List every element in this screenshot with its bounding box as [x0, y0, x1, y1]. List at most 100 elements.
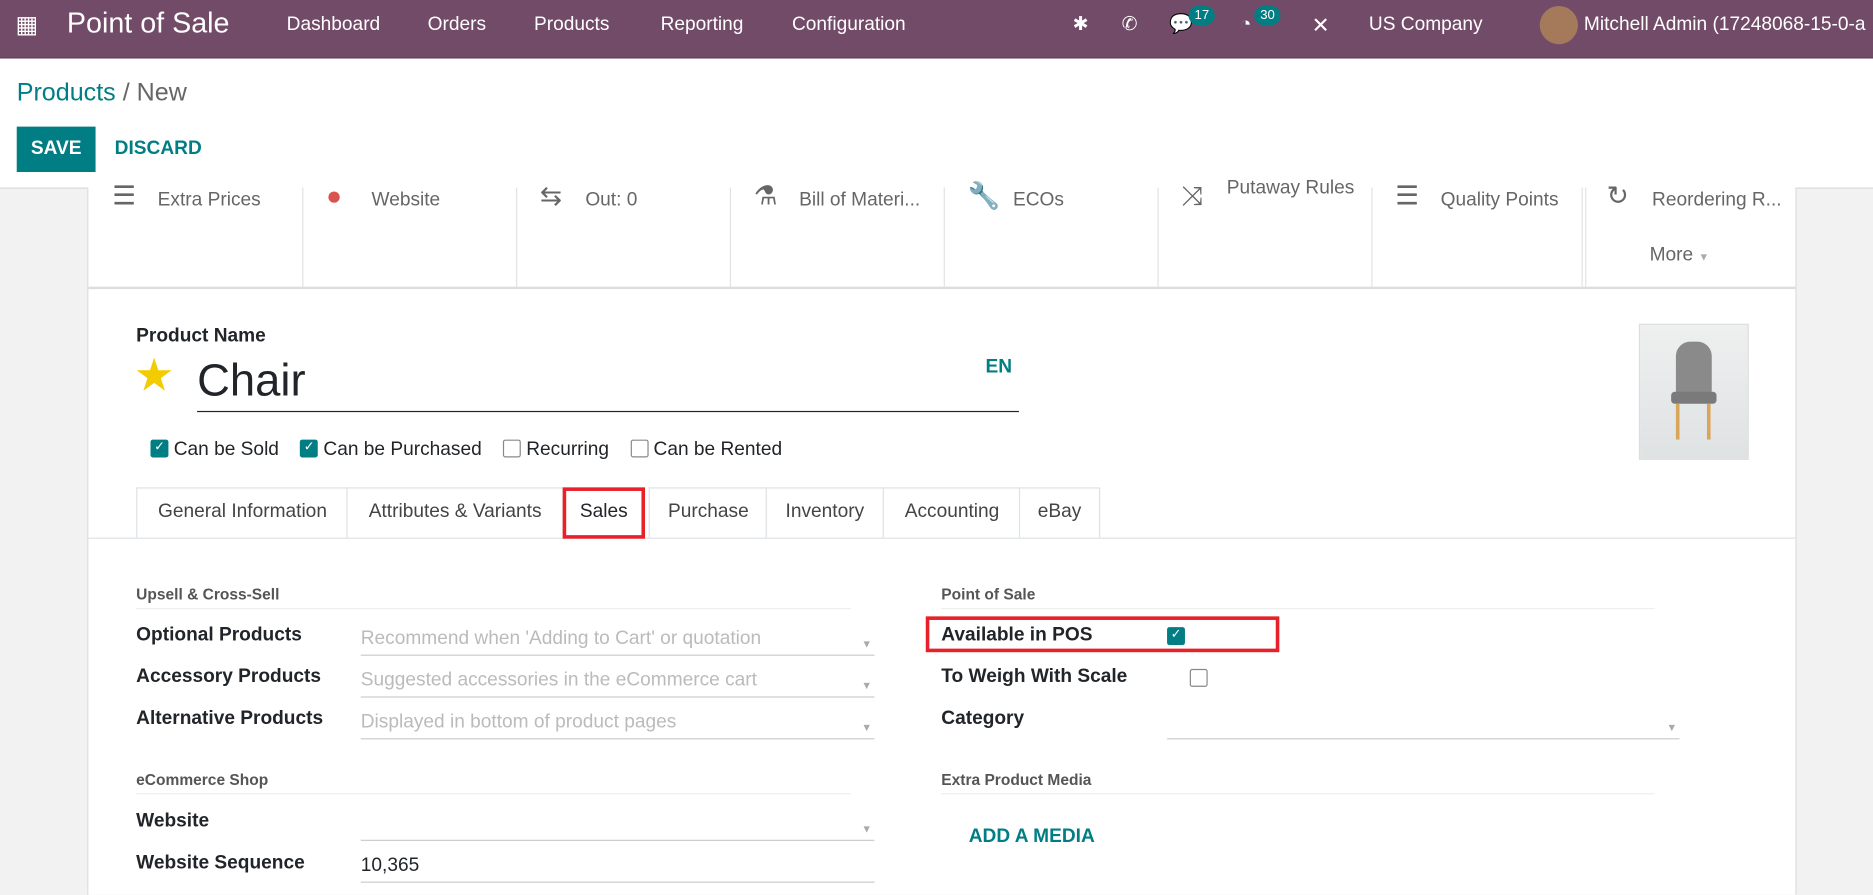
caret-down-icon: ▼: [1666, 721, 1678, 734]
breadcrumb-current: / New: [122, 78, 187, 107]
list-icon: ☰: [1395, 180, 1419, 211]
breadcrumb: Products / New: [17, 79, 187, 108]
more-button[interactable]: More ▼: [1650, 245, 1710, 267]
smart-button-ecos[interactable]: 🔧 ECOs: [944, 180, 1159, 287]
phone-icon[interactable]: ✆: [1122, 0, 1138, 50]
flask-icon: ⚗: [753, 180, 778, 211]
available-in-pos-label: Available in POS: [941, 624, 1093, 646]
app-title[interactable]: Point of Sale: [67, 0, 230, 48]
smart-button-quality[interactable]: ☰ Quality Points: [1371, 180, 1587, 287]
refresh-icon: ↻: [1606, 180, 1629, 211]
control-panel: Products / New SAVE DISCARD: [0, 58, 1873, 189]
option-can-be-sold[interactable]: Can be Sold: [150, 438, 279, 460]
chair-leg: [1675, 403, 1680, 440]
notebook-tabs: General Information Attributes & Variant…: [88, 487, 1796, 539]
menu-configuration[interactable]: Configuration: [792, 0, 906, 50]
random-icon: ⤨: [1181, 180, 1203, 211]
user-menu[interactable]: Mitchell Admin (17248068-15-0-a: [1584, 0, 1866, 50]
globe-icon: ●: [326, 180, 342, 211]
chair-image: [1675, 341, 1712, 397]
favorite-star-icon[interactable]: ★: [134, 352, 175, 400]
alternative-products-label: Alternative Products: [136, 708, 324, 729]
chat-icon[interactable]: 💬: [1169, 0, 1193, 50]
section-pos-title: Point of Sale: [941, 585, 1036, 604]
form-sheet: ☰ Extra Prices ● Website ⇆ Out: 0 ⚗ Bill of …: [87, 178, 1797, 895]
add-media-button[interactable]: ADD A MEDIA: [969, 827, 1095, 849]
app-grid-icon[interactable]: ▦: [16, 0, 39, 50]
smart-button-extra-prices[interactable]: ☰ Extra Prices: [88, 180, 304, 287]
caret-down-icon: ▼: [861, 679, 872, 692]
breadcrumb-products[interactable]: Products: [17, 79, 116, 106]
available-in-pos-checkbox[interactable]: [1167, 626, 1185, 646]
website-input[interactable]: ▼: [360, 811, 875, 841]
optional-products-label: Optional Products: [136, 624, 302, 646]
checkbox[interactable]: [502, 439, 521, 458]
checkbox[interactable]: [300, 438, 319, 458]
activities-badge: 30: [1254, 5, 1281, 26]
section-media-title: Extra Product Media: [941, 770, 1092, 789]
tab-accounting[interactable]: Accounting: [882, 487, 1022, 538]
website-sequence-input[interactable]: 10,365: [360, 853, 875, 883]
divider: [136, 793, 851, 795]
option-recurring[interactable]: Recurring: [502, 439, 609, 460]
checkbox[interactable]: [150, 438, 169, 458]
to-weigh-label: To Weigh With Scale: [941, 666, 1128, 687]
list-icon: ☰: [112, 180, 136, 211]
product-image[interactable]: [1638, 323, 1749, 460]
smart-button-putaway[interactable]: ⤨ Putaway Rules: [1157, 178, 1373, 287]
avatar[interactable]: [1539, 5, 1578, 45]
wrench-icon: 🔧: [967, 180, 1001, 211]
messages-badge: 17: [1188, 5, 1216, 26]
bug-icon[interactable]: ✱: [1073, 0, 1089, 50]
smart-button-website[interactable]: ● Website: [302, 180, 518, 287]
section-upsell-title: Upsell & Cross-Sell: [136, 585, 280, 604]
tools-icon[interactable]: ✕: [1312, 0, 1330, 50]
optional-products-input[interactable]: Recommend when 'Adding to Cart' or quota…: [360, 626, 875, 656]
smart-button-box: ☰ Extra Prices ● Website ⇆ Out: 0 ⚗ Bill of …: [88, 178, 1797, 290]
menu-products[interactable]: Products: [534, 0, 609, 50]
website-sequence-label: Website Sequence: [136, 852, 305, 874]
menu-orders[interactable]: Orders: [428, 0, 486, 50]
tab-purchase[interactable]: Purchase: [648, 487, 769, 538]
to-weigh-checkbox[interactable]: [1190, 668, 1209, 687]
app: ▦ Point of Sale Dashboard Orders Product…: [0, 0, 1873, 895]
menu-reporting[interactable]: Reporting: [661, 0, 744, 50]
tab-inventory[interactable]: Inventory: [765, 487, 884, 538]
menu-dashboard[interactable]: Dashboard: [287, 0, 381, 50]
product-name-input[interactable]: Chair: [197, 355, 1019, 413]
exchange-icon: ⇆: [539, 180, 562, 211]
product-options: Can be Sold Can be Purchased Recurring C…: [150, 438, 782, 462]
checkbox[interactable]: [630, 439, 649, 458]
category-label: Category: [941, 708, 1025, 729]
category-input[interactable]: ▼: [1167, 710, 1680, 740]
top-navbar: ▦ Point of Sale Dashboard Orders Product…: [0, 0, 1873, 59]
smart-button-bom[interactable]: ⚗ Bill of Materi...: [730, 180, 945, 287]
tab-general-information[interactable]: General Information: [136, 487, 349, 538]
clock-icon[interactable]: ◔: [1240, 0, 1252, 50]
smart-button-out[interactable]: ⇆ Out: 0: [516, 180, 732, 287]
language-button[interactable]: EN: [985, 357, 1012, 379]
caret-down-icon: ▼: [861, 823, 872, 835]
divider: [941, 793, 1655, 795]
divider: [136, 608, 851, 610]
tab-attributes-variants[interactable]: Attributes & Variants: [346, 487, 564, 538]
save-button[interactable]: SAVE: [16, 126, 96, 173]
alternative-products-input[interactable]: Displayed in bottom of product pages ▼: [360, 710, 875, 740]
chair-leg: [1706, 403, 1711, 440]
accessory-products-label: Accessory Products: [136, 666, 322, 687]
discard-button[interactable]: DISCARD: [115, 127, 202, 172]
product-name-label: Product Name: [136, 326, 266, 347]
caret-down-icon: ▼: [861, 721, 872, 734]
caret-down-icon: ▼: [861, 637, 872, 650]
caret-down-icon: ▼: [1698, 250, 1710, 263]
company-switcher[interactable]: US Company: [1369, 0, 1483, 50]
smart-button-reordering[interactable]: ↻ Reordering R... More ▼: [1581, 180, 1797, 287]
divider: [941, 608, 1655, 610]
tab-ebay[interactable]: eBay: [1018, 487, 1101, 538]
tab-sales[interactable]: Sales: [562, 487, 646, 539]
section-ecommerce-title: eCommerce Shop: [136, 770, 269, 789]
accessory-products-input[interactable]: Suggested accessories in the eCommerce c…: [360, 668, 875, 698]
option-can-be-purchased[interactable]: Can be Purchased: [300, 438, 482, 460]
website-label: Website: [136, 811, 210, 832]
option-can-be-rented[interactable]: Can be Rented: [630, 439, 782, 460]
